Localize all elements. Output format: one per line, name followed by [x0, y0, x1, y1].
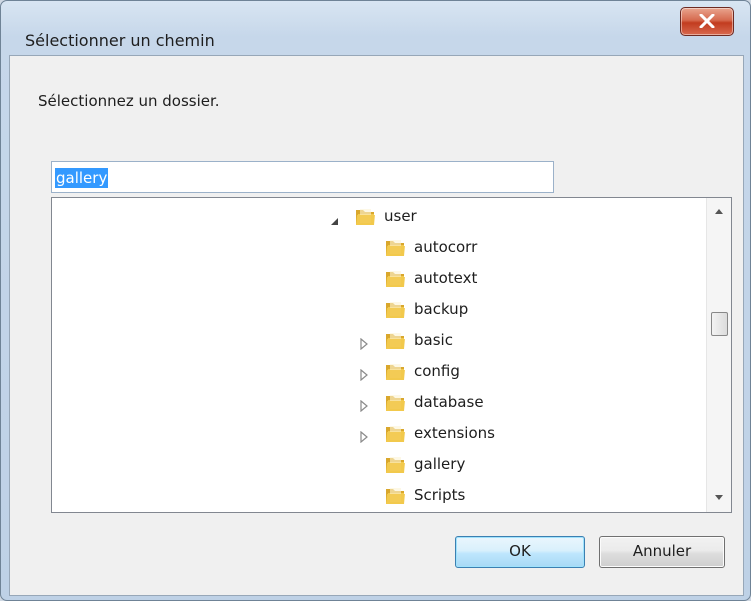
- tree-item-label: extensions: [414, 424, 495, 442]
- tree-item-label: backup: [414, 300, 469, 318]
- tree-item[interactable]: basic: [52, 326, 702, 357]
- path-input[interactable]: gallery: [51, 161, 554, 193]
- tree-item[interactable]: backup: [52, 295, 702, 326]
- tree-item-label: gallery: [414, 455, 466, 473]
- folder-icon: [384, 361, 406, 383]
- ok-button[interactable]: OK: [455, 536, 585, 568]
- tree-item-label: autocorr: [414, 238, 478, 256]
- folder-icon: [384, 423, 406, 445]
- tree-scrollbar[interactable]: [706, 198, 731, 512]
- tree-item-label: user: [384, 207, 417, 225]
- path-input-value: gallery: [55, 168, 109, 188]
- tree-item[interactable]: autotext: [52, 264, 702, 295]
- dialog-window: Sélectionner un chemin Sélectionnez un d…: [0, 0, 751, 601]
- close-button[interactable]: [680, 7, 734, 36]
- window-title: Sélectionner un chemin: [25, 31, 215, 50]
- close-icon: [699, 14, 715, 28]
- collapsed-arrow-icon[interactable]: [359, 428, 371, 444]
- scroll-thumb[interactable]: [711, 312, 728, 336]
- tree-item[interactable]: autocorr: [52, 233, 702, 264]
- folder-icon: [384, 454, 406, 476]
- arrow-down-icon: [715, 495, 723, 500]
- tree-item[interactable]: gallery: [52, 450, 702, 481]
- folder-icon: [354, 206, 376, 228]
- collapsed-arrow-icon[interactable]: [359, 397, 371, 413]
- title-bar[interactable]: Sélectionner un chemin: [1, 1, 750, 51]
- tree-item-label: config: [414, 362, 460, 380]
- tree-item[interactable]: Scripts: [52, 481, 702, 512]
- arrow-up-icon: [715, 209, 723, 214]
- tree-item-label: basic: [414, 331, 453, 349]
- cancel-button[interactable]: Annuler: [599, 536, 725, 568]
- prompt-text: Sélectionnez un dossier.: [38, 92, 220, 110]
- folder-icon: [384, 268, 406, 290]
- folder-icon: [384, 299, 406, 321]
- scroll-down-button[interactable]: [707, 488, 731, 508]
- tree-item[interactable]: database: [52, 388, 702, 419]
- collapsed-arrow-icon[interactable]: [359, 335, 371, 351]
- tree-item[interactable]: config: [52, 357, 702, 388]
- folder-tree[interactable]: user autocorr autotext backup basic config dat…: [51, 197, 732, 513]
- tree-item[interactable]: extensions: [52, 419, 702, 450]
- expanded-arrow-icon[interactable]: [329, 211, 341, 225]
- tree-item-label: Scripts: [414, 486, 466, 504]
- scroll-up-button[interactable]: [707, 202, 731, 222]
- collapsed-arrow-icon[interactable]: [359, 366, 371, 382]
- folder-icon: [384, 330, 406, 352]
- folder-icon: [384, 392, 406, 414]
- folder-icon: [384, 237, 406, 259]
- tree-item-label: autotext: [414, 269, 478, 287]
- folder-icon: [384, 485, 406, 507]
- dialog-body: Sélectionnez un dossier. gallery user aut…: [9, 55, 744, 596]
- tree-item-label: database: [414, 393, 484, 411]
- tree-item[interactable]: user: [52, 202, 702, 233]
